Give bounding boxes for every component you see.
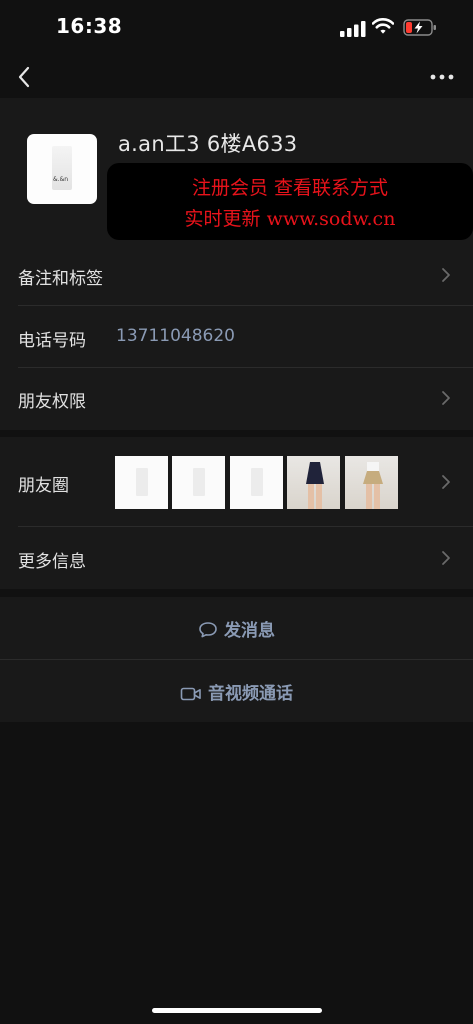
- friend-permissions-row[interactable]: 朋友权限: [0, 368, 473, 430]
- chevron-right-icon: [442, 268, 450, 282]
- phone-number[interactable]: 13711048620: [116, 326, 235, 346]
- phone-row: 电话号码 13711048620: [0, 306, 473, 368]
- send-message-content: 发消息: [0, 616, 473, 641]
- status-bar: 16:38: [0, 0, 473, 56]
- send-message-button[interactable]: 发消息: [0, 597, 473, 659]
- promo-banner: 注册会员 查看联系方式 实时更新 www.sodw.cn: [107, 163, 473, 240]
- remarks-label: 备注和标签: [18, 269, 103, 289]
- chevron-right-icon: [442, 551, 450, 565]
- friend-permissions-label: 朋友权限: [18, 392, 86, 412]
- video-camera-icon: [180, 687, 201, 701]
- moments-label: 朋友圈: [18, 476, 69, 496]
- more-info-row[interactable]: 更多信息: [0, 527, 473, 589]
- chat-bubble-icon: [199, 622, 217, 638]
- chevron-right-icon: [442, 475, 450, 489]
- signal-icon: [340, 21, 366, 37]
- chevron-right-icon: [442, 391, 450, 405]
- moments-thumbnail: [172, 456, 225, 509]
- avatar[interactable]: &.&n: [27, 134, 97, 204]
- nickname: a.an工3 6楼A633: [118, 132, 298, 156]
- battery-icon: [403, 19, 436, 36]
- home-indicator: [152, 1008, 322, 1013]
- moments-row[interactable]: 朋友圈: [0, 437, 473, 527]
- phone-label: 电话号码: [18, 331, 86, 351]
- moments-thumbnail: [115, 456, 168, 509]
- status-time: 16:38: [56, 14, 123, 38]
- more-info-label: 更多信息: [18, 552, 86, 572]
- banner-line-2: 实时更新 www.sodw.cn: [184, 208, 396, 230]
- video-call-content: 音视频通话: [0, 679, 473, 704]
- remarks-row[interactable]: 备注和标签: [0, 244, 473, 306]
- top-nav: [0, 56, 473, 98]
- moments-thumbnail: [287, 456, 340, 509]
- banner-line-1: 注册会员 查看联系方式: [191, 177, 389, 199]
- back-icon[interactable]: [14, 64, 38, 90]
- send-message-label: 发消息: [224, 621, 275, 641]
- wifi-icon: [372, 18, 394, 34]
- avatar-logo: &.&n: [52, 146, 72, 190]
- video-call-label: 音视频通话: [208, 684, 293, 704]
- moments-thumbnail: [230, 456, 283, 509]
- moments-thumbnail: [345, 456, 398, 509]
- more-icon[interactable]: [426, 64, 458, 90]
- profile-header: &.&n a.an工3 6楼A633 注册会员 查看联系方式 实时更新 www.…: [0, 98, 473, 244]
- video-call-button[interactable]: 音视频通话: [0, 660, 473, 722]
